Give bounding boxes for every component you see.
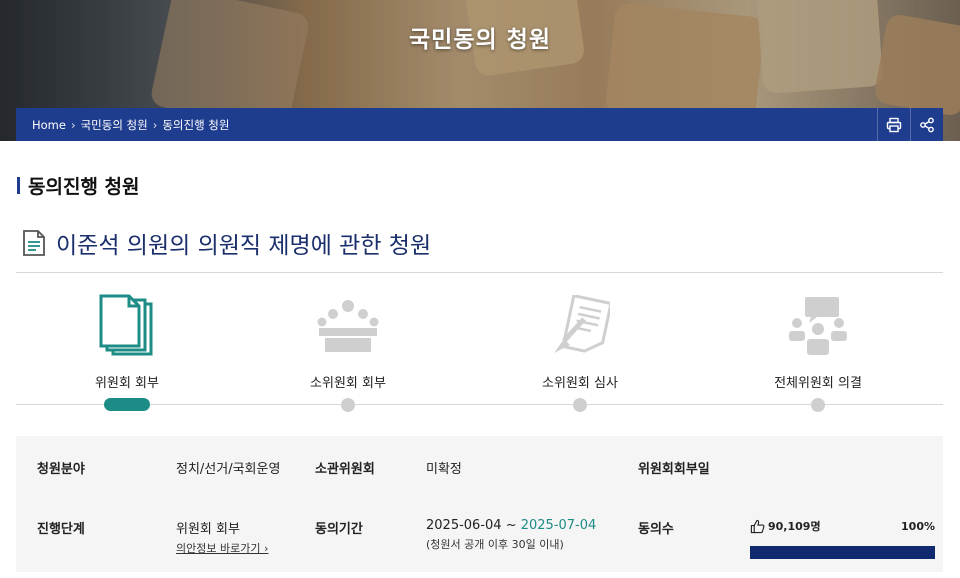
- progress-track: [750, 546, 935, 559]
- step-indicator: [341, 398, 355, 412]
- page-title: 국민동의 청원: [409, 27, 551, 53]
- step-label: 소위원회 심사: [542, 376, 618, 391]
- field-label: 청원분야: [37, 462, 85, 477]
- bill-info-link[interactable]: 의안정보 바로가기 ›: [176, 540, 268, 556]
- petition-heading: 이준석 의원의 의원직 제명에 관한 청원: [22, 226, 431, 260]
- chevron-right-icon: ›: [70, 117, 76, 132]
- committee-value: 미확정: [426, 462, 462, 477]
- period-note: (청원서 공개 이후 30일 이내): [426, 538, 564, 551]
- document-icon: [23, 230, 45, 256]
- step-subcommittee-review: 소위원회 심사: [490, 290, 670, 412]
- progress-fill: [750, 546, 935, 559]
- period-group: 2025-06-04 ~ 2025-07-04 (청원서 공개 이후 30일 이…: [426, 518, 596, 552]
- print-button[interactable]: [877, 108, 910, 141]
- period-separator: ~: [501, 518, 521, 533]
- referral-date-label: 위원회회부일: [638, 462, 710, 477]
- consent-label: 동의수: [638, 522, 674, 537]
- meeting-icon: [789, 297, 847, 355]
- divider: [16, 272, 943, 273]
- period-range: 2025-06-04 ~ 2025-07-04: [426, 518, 596, 533]
- breadcrumb-petitions[interactable]: 국민동의 청원: [81, 117, 148, 133]
- committee-label: 소관위원회: [315, 462, 375, 477]
- section-heading: 동의진행 청원: [17, 172, 140, 199]
- step-subcommittee-referral: 소위원회 회부: [258, 290, 438, 412]
- field-value: 정치/선거/국회운영: [176, 462, 281, 477]
- share-icon: [920, 117, 934, 132]
- share-button[interactable]: [910, 108, 943, 141]
- thumbs-up-icon: [750, 519, 765, 533]
- step-label: 전체위원회 의결: [774, 376, 862, 391]
- period-end: 2025-07-04: [520, 518, 597, 533]
- review-icon: [554, 295, 610, 353]
- period-label: 동의기간: [315, 522, 363, 537]
- heading-accent-bar: [17, 177, 20, 194]
- petition-title: 이준석 의원의 의원직 제명에 관한 청원: [56, 233, 432, 259]
- bill-info-link-label: 의안정보 바로가기: [176, 542, 261, 555]
- breadcrumb: Home › 국민동의 청원 › 동의진행 청원: [32, 108, 229, 141]
- chevron-right-icon: ›: [152, 117, 158, 132]
- breadcrumb-bar: Home › 국민동의 청원 › 동의진행 청원: [16, 108, 943, 141]
- step-label: 위원회 회부: [95, 376, 159, 391]
- step-indicator: [811, 398, 825, 412]
- consent-percent: 100%: [901, 519, 935, 533]
- documents-icon: [99, 294, 153, 356]
- step-indicator-active: [104, 398, 150, 411]
- breadcrumb-current[interactable]: 동의진행 청원: [162, 117, 229, 133]
- print-icon: [886, 117, 902, 132]
- stage-label: 진행단계: [37, 522, 85, 537]
- petition-info-panel: 청원분야 정치/선거/국회운영 소관위원회 미확정 위원회회부일 진행단계 위원…: [16, 436, 943, 572]
- period-start: 2025-06-04: [426, 518, 502, 533]
- step-indicator: [573, 398, 587, 412]
- step-label: 소위원회 회부: [310, 376, 386, 391]
- conference-icon: [317, 300, 379, 352]
- consent-progress: 90,109명 100%: [750, 518, 935, 559]
- progress-steps: 위원회 회부 소위원회 회부 소위원회 심사 전체위원회 의결: [16, 290, 943, 416]
- chevron-right-icon: ›: [263, 542, 269, 555]
- stage-group: 위원회 회부 의안정보 바로가기 ›: [176, 518, 268, 556]
- steps-track-line: [16, 404, 943, 405]
- step-full-committee-vote: 전체위원회 의결: [728, 290, 908, 412]
- step-committee-referral: 위원회 회부: [37, 290, 217, 411]
- consent-count: 90,109명: [768, 520, 821, 533]
- breadcrumb-home[interactable]: Home: [32, 118, 66, 132]
- consent-count-group: 90,109명: [750, 518, 821, 534]
- section-title: 동의진행 청원: [28, 176, 140, 198]
- stage-value: 위원회 회부: [176, 522, 240, 537]
